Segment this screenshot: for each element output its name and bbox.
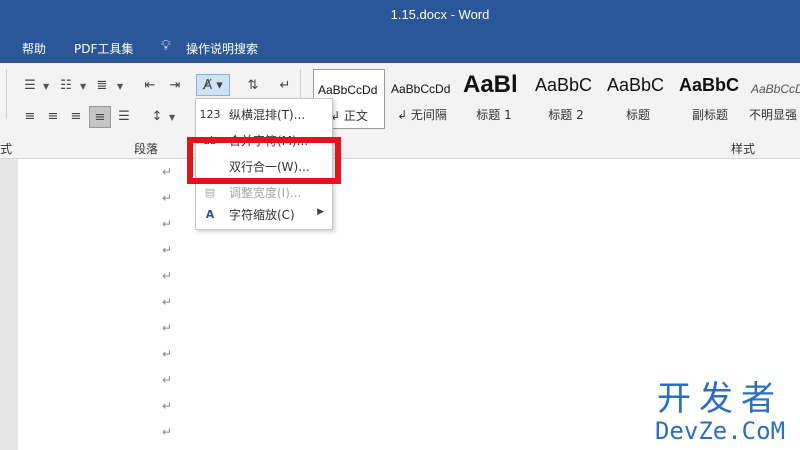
styles-gallery: AaBbCcDd ↲ 正文 AaBbCcDd ↲ 无间隔 AaBl 标题 1 A… xyxy=(311,69,800,129)
distributed-icon[interactable]: ☰ xyxy=(114,106,134,126)
style-heading-2[interactable]: AaBbC 标题 2 xyxy=(531,69,601,127)
menu-item-label: 纵横混排(T)... xyxy=(229,108,306,122)
paragraph-mark: ↵ xyxy=(162,373,173,387)
chevron-down-icon[interactable]: ▼ xyxy=(117,82,123,91)
style-heading-1[interactable]: AaBl 标题 1 xyxy=(459,69,529,127)
paragraph-group-label: 段落 xyxy=(134,142,159,156)
style-sample: AaBbC xyxy=(679,75,740,95)
group-separator xyxy=(6,69,7,119)
multilevel-list-icon[interactable]: ≣ xyxy=(92,75,112,95)
chevron-right-icon: ▶ xyxy=(317,207,324,217)
window-title: 1.15.docx - Word xyxy=(390,7,490,22)
justify-icon[interactable]: ≡ xyxy=(89,106,111,128)
menu-help[interactable]: 帮助 xyxy=(22,40,46,57)
style-name: 不明显强 xyxy=(749,108,798,122)
watermark-cn: 开发者 xyxy=(657,379,783,419)
style-sample: AaBbC xyxy=(607,75,665,95)
align-right-icon[interactable]: ≡ xyxy=(66,106,86,126)
menu-pdf-tools[interactable]: PDF工具集 xyxy=(74,40,133,57)
font-group-label: 式 xyxy=(0,142,13,156)
menu-item-label: 字符缩放(C) xyxy=(229,208,295,222)
paragraph-mark: ↵ xyxy=(162,269,173,283)
title-bar: 1.15.docx - Word xyxy=(0,0,800,32)
asian-layout-button[interactable]: A̸ ▾ xyxy=(196,74,230,96)
menu-item-character-scaling[interactable]: A 字符缩放(C) ▶ xyxy=(196,201,332,227)
chevron-down-icon[interactable]: ▼ xyxy=(43,82,49,91)
style-name: ↲ 无间隔 xyxy=(397,108,447,122)
paragraph-mark: ↵ xyxy=(162,425,173,439)
paragraph-mark: ↵ xyxy=(162,191,173,205)
paragraph-mark: ↵ xyxy=(162,295,173,309)
paragraph-mark: ↵ xyxy=(162,347,173,361)
sort-icon[interactable]: ⇅ xyxy=(243,75,263,95)
menu-bar: 帮助 PDF工具集 💡︎ 操作说明搜索 xyxy=(0,32,800,63)
asian-layout-icon: A̸ ▾ xyxy=(203,77,223,93)
chevron-down-icon[interactable]: ▼ xyxy=(80,82,86,91)
style-name: 副标题 xyxy=(691,108,728,122)
style-title[interactable]: AaBbC 标题 xyxy=(603,69,673,127)
paragraph-mark: ↵ xyxy=(162,165,173,179)
paragraph-mark: ↵ xyxy=(162,321,173,335)
paragraph-mark: ↵ xyxy=(162,243,173,257)
show-marks-icon[interactable]: ↵ xyxy=(275,75,295,95)
menu-item-label: 调整宽度(I)... xyxy=(229,186,302,200)
increase-indent-icon[interactable]: ⇥ xyxy=(165,75,185,95)
style-sample: AaBbCcD xyxy=(751,82,800,96)
chevron-down-icon[interactable]: ▼ xyxy=(169,113,175,122)
style-subtitle[interactable]: AaBbC 副标题 xyxy=(675,69,745,127)
style-sample: AaBbC xyxy=(535,75,593,95)
style-name: 标题 xyxy=(625,108,650,122)
style-subtle-emphasis[interactable]: AaBbCcD 不明显强 xyxy=(747,69,800,127)
ribbon: ☰ ▼ ☷ ▼ ≣ ▼ ⇤ ⇥ A̸ ▾ ⇅ ↵ ≡ ≡ ≡ ≡ ☰ ↕ ▼ 式… xyxy=(0,63,800,159)
paragraph-mark: ↵ xyxy=(162,217,173,231)
menu-item-vertical-in-horizontal[interactable]: 123 纵横混排(T)... xyxy=(196,101,332,127)
decrease-indent-icon[interactable]: ⇤ xyxy=(140,75,160,95)
numbering-icon[interactable]: ☷ xyxy=(56,75,76,95)
tell-me-search[interactable]: 操作说明搜索 xyxy=(186,40,258,57)
align-left-icon[interactable]: ≡ xyxy=(20,106,40,126)
character-scaling-icon: A xyxy=(205,207,215,221)
lightbulb-icon: 💡︎ xyxy=(161,38,171,54)
line-spacing-icon[interactable]: ↕ xyxy=(147,106,167,126)
watermark: 开发者 DevZe.CoM xyxy=(640,380,800,450)
style-name: 标题 1 xyxy=(476,108,512,122)
style-sample: AaBbCcDd xyxy=(318,83,378,97)
align-center-icon[interactable]: ≡ xyxy=(43,106,63,126)
bullets-icon[interactable]: ☰ xyxy=(20,75,40,95)
style-name: 标题 2 xyxy=(548,108,584,122)
highlight-annotation xyxy=(187,137,341,184)
paragraph-mark: ↵ xyxy=(162,399,173,413)
styles-group-label: 样式 xyxy=(731,142,756,156)
style-no-spacing[interactable]: AaBbCcDd ↲ 无间隔 xyxy=(387,69,457,127)
style-sample: AaBbCcDd xyxy=(391,82,451,96)
watermark-en: DevZe.CoM xyxy=(654,417,786,445)
vertical-in-horizontal-icon: 123 xyxy=(199,107,221,121)
fit-text-icon: ▤ xyxy=(204,185,216,199)
style-sample: AaBl xyxy=(463,71,518,98)
